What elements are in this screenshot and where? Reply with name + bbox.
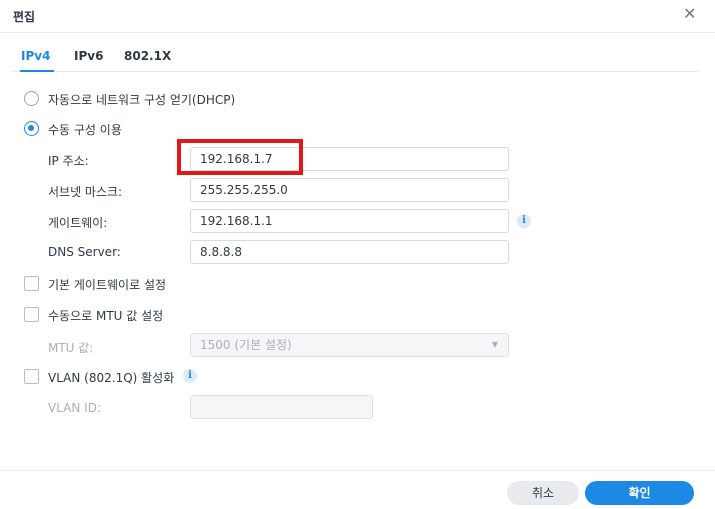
tab-ipv6[interactable]: IPv6 (74, 49, 103, 63)
manual-config-radio[interactable] (24, 121, 39, 136)
gateway-input[interactable]: 192.168.1.1 (190, 209, 509, 233)
cancel-button[interactable]: 취소 (507, 481, 579, 505)
chevron-down-icon: ▼ (491, 340, 498, 349)
dialog-title: 편집 (13, 10, 36, 24)
ip-address-label: IP 주소: (48, 154, 89, 168)
gateway-label: 게이트웨이: (48, 216, 108, 230)
subnet-mask-input[interactable]: 255.255.255.0 (190, 178, 509, 202)
manual-mtu-checkbox[interactable] (24, 307, 39, 322)
vlan-info-icon[interactable]: i (183, 369, 197, 383)
mtu-select-value: 1500 (기본 설정) (200, 338, 292, 352)
gateway-info-icon[interactable]: i (517, 214, 531, 228)
dns-server-input[interactable]: 8.8.8.8 (190, 240, 509, 264)
vlan-label: VLAN (802.1Q) 활성화 (48, 371, 175, 385)
vlan-id-input[interactable] (190, 395, 373, 419)
highlight-box (177, 139, 303, 175)
manual-config-label: 수동 구성 이용 (48, 123, 122, 137)
close-icon[interactable]: ✕ (683, 5, 696, 23)
dns-server-label: DNS Server: (48, 245, 121, 259)
manual-mtu-label: 수동으로 MTU 값 설정 (48, 309, 164, 323)
vlan-id-label: VLAN ID: (48, 401, 101, 415)
mtu-value-label: MTU 값: (48, 341, 94, 355)
dhcp-label: 자동으로 네트워크 구성 얻기(DHCP) (48, 93, 236, 107)
header-divider (0, 32, 715, 33)
default-gateway-checkbox[interactable] (24, 276, 39, 291)
default-gateway-label: 기본 게이트웨이로 설정 (48, 278, 167, 292)
active-tab-indicator (20, 70, 54, 72)
confirm-button[interactable]: 확인 (585, 481, 694, 505)
tabs-divider (12, 71, 698, 72)
tab-8021x[interactable]: 802.1X (124, 49, 171, 63)
vlan-checkbox[interactable] (24, 369, 39, 384)
subnet-mask-label: 서브넷 마스크: (48, 185, 123, 199)
footer-divider (0, 470, 715, 471)
dhcp-radio[interactable] (24, 91, 39, 106)
mtu-select[interactable]: 1500 (기본 설정) ▼ (190, 333, 509, 357)
tab-ipv4[interactable]: IPv4 (21, 49, 50, 63)
